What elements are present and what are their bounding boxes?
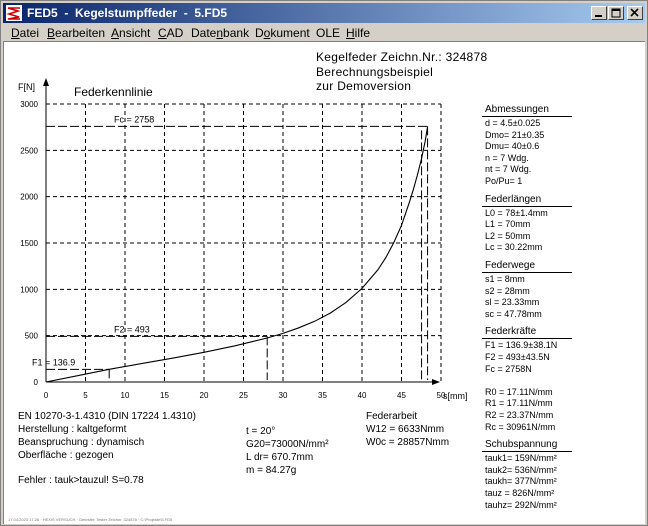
menu-cad[interactable]: CAD xyxy=(158,26,183,40)
result-value: s2 = 28mm xyxy=(485,285,530,296)
y-tick-label: 2500 xyxy=(20,146,38,155)
close-icon xyxy=(630,8,639,17)
maximize-icon xyxy=(611,8,621,18)
maximize-button[interactable] xyxy=(608,6,624,20)
menu-bar: Datei Bearbeiten Ansicht CAD Datenbank D… xyxy=(3,24,645,42)
menu-dokument[interactable]: Dokument xyxy=(255,26,310,40)
result-value: Lc = 30.22mm xyxy=(485,242,543,253)
document-view[interactable]: Kegelfeder Zeichn.Nr.: 324878 Berechnung… xyxy=(3,41,645,524)
x-tick-label: 5 xyxy=(83,391,88,400)
y-tick-label: 1000 xyxy=(20,285,38,294)
manufacturing-type: Herstellung : kaltgeformt xyxy=(18,424,127,435)
fed5-app-icon xyxy=(6,5,22,21)
results-panel: Abmessungen d = 4.5±0.025 Dmo= 21±0.35 Dmu=… xyxy=(482,104,642,519)
result-value: n = 7 Wdg. xyxy=(485,152,529,163)
y-tick-label: 1500 xyxy=(20,239,38,248)
y-axis-label: F[N] xyxy=(18,82,35,92)
y-tick-label: 2000 xyxy=(20,193,38,202)
section-divider xyxy=(482,272,572,273)
x-axis-arrow xyxy=(432,379,440,385)
y-tick-label: 0 xyxy=(34,378,39,387)
spring-characteristic-chart: 0 5 10 15 20 25 30 35 40 45 5005001000150020002500… xyxy=(18,78,468,401)
section-divider xyxy=(482,451,572,453)
result-value: L2 = 50mm xyxy=(485,230,531,241)
title-bar[interactable]: FED5 - Kegelstumpffeder - 5.FD5 xyxy=(3,3,645,23)
shear-modulus-value: G20=73000N/mm² xyxy=(246,439,329,450)
section-title: Abmessungen xyxy=(485,104,549,115)
material-norm: EN 10270-3-1.4310 (DIN 17224 1.4310) xyxy=(18,411,196,422)
error-message: Fehler : tauk>tauzul! S=0.78 xyxy=(18,475,144,486)
section-title: Schubspannung xyxy=(485,439,558,451)
wire-length-value: L dr= 670.7mm xyxy=(246,452,314,463)
work-w12-value: W12 = 6633Nmm xyxy=(366,424,445,435)
menu-datei[interactable]: Datei xyxy=(11,26,39,40)
window-title: FED5 - Kegelstumpffeder - 5.FD5 xyxy=(27,6,228,20)
section-divider xyxy=(482,338,572,340)
y-axis-arrow xyxy=(43,78,49,86)
temperature-value: t = 20° xyxy=(246,426,276,437)
result-value: Dmu= 40±0.6 xyxy=(485,141,540,152)
x-tick-label: 10 xyxy=(121,391,130,400)
result-value: d = 4.5±0.025 xyxy=(485,118,541,128)
menu-datenbank[interactable]: Datenbank xyxy=(191,26,249,40)
close-button[interactable] xyxy=(627,6,643,20)
result-value: R2 = 23.37N/mm xyxy=(485,410,554,420)
result-value: tauk2= 536N/mm² xyxy=(485,464,557,475)
result-value: R0 = 17.11N/mm xyxy=(485,386,553,397)
x-tick-label: 25 xyxy=(239,391,248,400)
footer-note: 17.04.2023 17:26 · HEXIS VERSUCH · Getes… xyxy=(8,517,173,522)
x-tick-label: 20 xyxy=(200,391,209,400)
section-title: Federkräfte xyxy=(485,326,537,338)
menu-bearbeiten[interactable]: Bearbeiten xyxy=(47,26,105,40)
menu-ole[interactable]: OLE xyxy=(316,26,340,40)
x-tick-label: 15 xyxy=(160,391,169,400)
section-divider xyxy=(482,116,572,117)
result-value: F1 = 136.9±38.1N xyxy=(485,340,558,351)
minimize-button[interactable] xyxy=(591,6,607,20)
surface-type: Oberfläche : gezogen xyxy=(18,450,114,461)
annotation-label: F2 = 493 xyxy=(114,324,150,334)
x-tick-label: 45 xyxy=(397,391,406,400)
result-value: Dmo= 21±0.35 xyxy=(485,129,545,140)
load-type: Beanspruchung : dynamisch xyxy=(18,437,145,448)
section-title: Federwege xyxy=(485,260,536,271)
result-value: tauhz= 292N/mm² xyxy=(485,499,557,510)
series-line xyxy=(45,126,429,383)
result-value: L0 = 78±1.4mm xyxy=(485,207,548,218)
mass-value: m = 84.27g xyxy=(246,465,297,476)
annotation-label: F1 = 136.9 xyxy=(32,357,75,367)
work-w0c-value: W0c = 28857Nmm xyxy=(366,437,450,448)
x-tick-label: 0 xyxy=(44,391,49,400)
result-value: Rc = 30961N/mm xyxy=(485,421,556,432)
section-title: Federlängen xyxy=(485,193,542,205)
result-value: taukh= 377N/mm² xyxy=(485,476,557,487)
federarbeit-title: Federarbeit xyxy=(366,411,418,422)
minimize-icon xyxy=(595,15,602,17)
chart-title: Federkennlinie xyxy=(74,85,153,99)
y-tick-label: 3000 xyxy=(20,100,38,109)
result-value: Fc = 2758N xyxy=(485,363,532,374)
result-value: tauz = 826N/mm² xyxy=(485,488,555,498)
y-tick-label: 500 xyxy=(25,332,39,341)
result-value: tauk1= 159N/mm² xyxy=(485,453,557,464)
x-axis-label: s[mm] xyxy=(443,391,468,401)
result-value: sc = 47.78mm xyxy=(485,308,542,319)
result-value: F2 = 493±43.5N xyxy=(485,352,550,362)
result-value: Po/Pu= 1 xyxy=(485,176,523,186)
result-value: L1 = 70mm xyxy=(485,219,531,230)
result-value: R1 = 17.11N/mm xyxy=(485,398,553,409)
x-tick-label: 35 xyxy=(318,391,327,400)
result-value: nt = 7 Wdg. xyxy=(485,164,532,175)
application-window: FED5 - Kegelstumpffeder - 5.FD5 Datei Be… xyxy=(0,0,648,526)
x-tick-label: 40 xyxy=(358,391,367,400)
menu-ansicht[interactable]: Ansicht xyxy=(111,26,150,40)
header-drawing-number: Kegelfeder Zeichn.Nr.: 324878 xyxy=(316,50,488,64)
menu-hilfe[interactable]: Hilfe xyxy=(346,26,370,40)
result-value: sl = 23.33mm xyxy=(485,297,540,308)
x-tick-label: 30 xyxy=(279,391,288,400)
annotation-label: Fc = 2758 xyxy=(114,114,154,124)
result-value: s1 = 8mm xyxy=(485,274,525,284)
section-divider xyxy=(482,205,572,207)
